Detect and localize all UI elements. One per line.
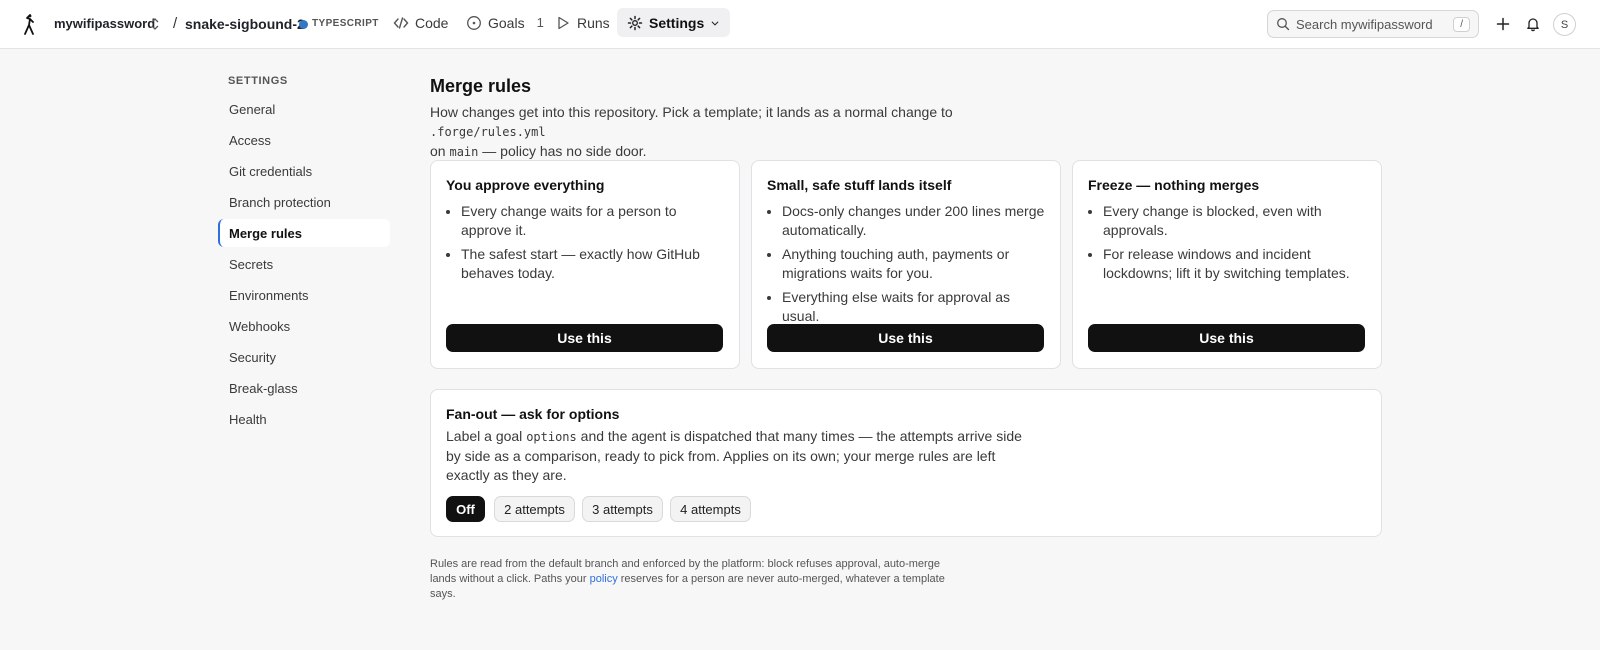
template-title: Freeze — nothing merges (1088, 177, 1260, 193)
template-bullets: Docs-only changes under 200 lines merge … (767, 202, 1049, 331)
sidebar-item-break-glass[interactable]: Break-glass (218, 374, 390, 402)
gear-icon (627, 15, 643, 30)
options-label-code: options (526, 430, 577, 444)
footnote: Rules are read from the default branch a… (430, 558, 945, 600)
goal-circle-icon (467, 15, 481, 30)
template-card-small-safe: Small, safe stuff lands itself Docs-only… (751, 160, 1061, 369)
sidebar-item-general[interactable]: General (218, 95, 390, 123)
search-input[interactable]: Search mywifipassword / (1267, 10, 1479, 38)
fanout-title: Fan-out — ask for options (446, 406, 620, 422)
sidebar-item-environments[interactable]: Environments (218, 281, 390, 309)
use-template-button[interactable]: Use this (446, 324, 723, 352)
sidebar-item-access[interactable]: Access (218, 126, 390, 154)
new-button[interactable] (1492, 13, 1514, 35)
sidebar-item-branch-protection[interactable]: Branch protection (218, 188, 390, 216)
search-icon (1277, 18, 1290, 31)
template-bullet: Everything else waits for approval as us… (782, 288, 1049, 326)
play-icon (558, 16, 569, 29)
sidebar-item-merge-rules[interactable]: Merge rules (218, 219, 390, 247)
sidebar-item-secrets[interactable]: Secrets (218, 250, 390, 278)
fanout-card: Fan-out — ask for options Label a goal o… (430, 389, 1382, 537)
search-placeholder: Search mywifipassword (1296, 16, 1433, 32)
template-card-approve-everything: You approve everything Every change wait… (430, 160, 740, 369)
plus-icon (1496, 17, 1510, 31)
nav-code[interactable]: Code (383, 8, 458, 37)
top-bar: mywifipassword / snake-sigbound-2 TYPESC… (0, 0, 1600, 49)
org-name[interactable]: mywifipassword (54, 16, 155, 31)
language-dot (299, 20, 308, 29)
bell-icon (1527, 18, 1539, 32)
avatar[interactable]: S (1553, 13, 1576, 36)
template-bullet: For release windows and incident lockdow… (1103, 245, 1370, 283)
template-bullet: Anything touching auth, payments or migr… (782, 245, 1049, 283)
logo-icon[interactable] (20, 13, 40, 37)
sidebar-item-health[interactable]: Health (218, 405, 390, 433)
template-card-freeze: Freeze — nothing merges Every change is … (1072, 160, 1382, 369)
sidebar-item-git-credentials[interactable]: Git credentials (218, 157, 390, 185)
fanout-option-4[interactable]: 4 attempts (670, 496, 751, 522)
language-label: TYPESCRIPT (312, 18, 379, 29)
chevron-down-icon (711, 20, 719, 26)
template-bullet: Docs-only changes under 200 lines merge … (782, 202, 1049, 240)
code-icon (393, 16, 409, 29)
nav-settings-label: Settings (649, 14, 705, 31)
nav-runs-label: Runs (577, 14, 610, 31)
sidebar-item-security[interactable]: Security (218, 343, 390, 371)
fanout-option-3[interactable]: 3 attempts (582, 496, 663, 522)
rules-path: .forge/rules.yml (430, 125, 546, 139)
page-title: Merge rules (430, 76, 532, 96)
nav-settings[interactable]: Settings (617, 8, 731, 37)
sidebar-heading: SETTINGS (228, 75, 288, 87)
repo-name[interactable]: snake-sigbound-2 (185, 16, 305, 32)
template-title: Small, safe stuff lands itself (767, 177, 952, 193)
goals-count: 1 (536, 15, 544, 30)
template-bullets: Every change is blocked, even with appro… (1088, 202, 1370, 288)
template-bullet: Every change waits for a person to appro… (461, 202, 728, 240)
nav-runs[interactable]: Runs (545, 8, 620, 37)
page-description: How changes get into this repository. Pi… (430, 104, 953, 159)
sidebar-item-webhooks[interactable]: Webhooks (218, 312, 390, 340)
use-template-button[interactable]: Use this (767, 324, 1044, 352)
nav-goals-label: Goals (488, 14, 525, 31)
notifications-button[interactable] (1522, 13, 1544, 35)
fanout-option-2[interactable]: 2 attempts (494, 496, 575, 522)
policy-link[interactable]: policy (590, 573, 618, 585)
template-bullet: Every change is blocked, even with appro… (1103, 202, 1370, 240)
chevron-updown-icon[interactable] (150, 17, 160, 31)
template-bullets: Every change waits for a person to appro… (446, 202, 728, 288)
path-separator: / (173, 15, 178, 32)
branch-name: main (449, 145, 479, 159)
fanout-description: Label a goal options and the agent is di… (446, 428, 1022, 483)
search-shortcut: / (1453, 16, 1470, 32)
template-title: You approve everything (446, 177, 605, 193)
nav-code-label: Code (415, 14, 449, 31)
use-template-button[interactable]: Use this (1088, 324, 1365, 352)
nav-goals[interactable]: Goals 1 (456, 8, 554, 37)
template-bullet: The safest start — exactly how GitHub be… (461, 245, 728, 283)
fanout-option-off[interactable]: Off (446, 496, 485, 522)
